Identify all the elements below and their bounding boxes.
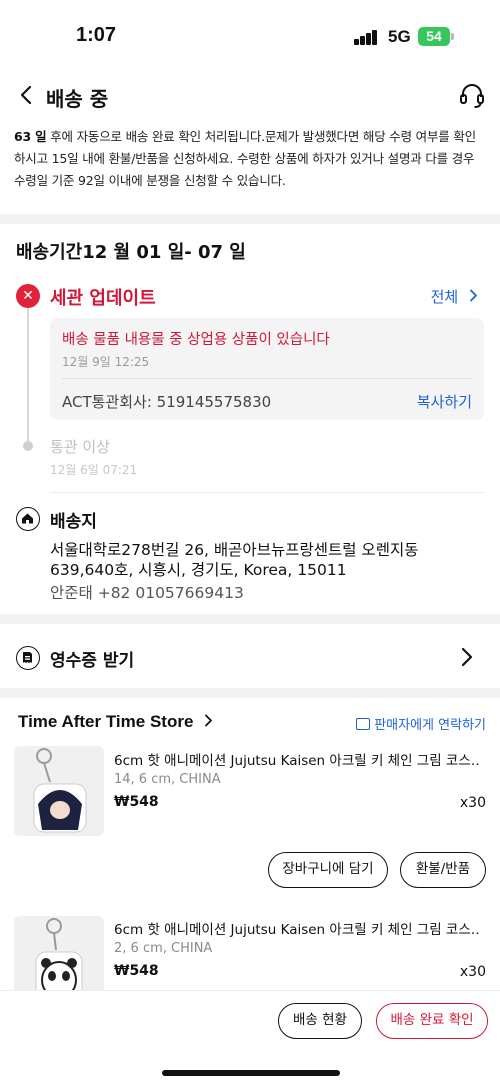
receipt-label: 영수증 받기	[50, 651, 135, 671]
product-price: ₩548	[114, 963, 159, 979]
chat-icon	[356, 718, 371, 730]
refund-return-button[interactable]: 환불/반품	[400, 852, 486, 888]
delivery-status-button[interactable]: 배송 현황	[278, 1003, 362, 1039]
recipient-info: 안준태 +82 01057669413	[50, 584, 244, 602]
nav-bar: 배송 중	[0, 76, 500, 116]
destination-label: 배송지	[50, 512, 97, 532]
status-time: 1:07	[76, 24, 117, 46]
notice-text: 후에 자동으로 배송 완료 확인 처리됩니다.문제가 발생했다면 해당 수령 여…	[14, 129, 476, 188]
confirm-delivery-button[interactable]: 배송 완료 확인	[376, 1003, 488, 1039]
product-name: 6cm 핫 애니메이션 Jujutsu Kaisen 아크릴 키 체인 그림 코…	[114, 753, 480, 769]
contact-seller-label: 판매자에게 연락하기	[374, 718, 486, 733]
auto-confirm-notice: 63 일 후에 자동으로 배송 완료 확인 처리됩니다.문제가 발생했다면 해당…	[14, 126, 486, 192]
product-price: ₩548	[114, 794, 159, 810]
timeline-line	[27, 306, 29, 444]
product-image	[14, 746, 104, 836]
home-icon	[16, 507, 40, 531]
battery-icon: 54	[418, 27, 450, 46]
receipt-icon	[16, 646, 40, 670]
headset-icon[interactable]	[458, 82, 486, 110]
view-all-link[interactable]: 전체	[431, 286, 478, 307]
page-title: 배송 중	[46, 87, 109, 111]
timeline-past-title: 통관 이상	[50, 438, 110, 456]
home-indicator[interactable]	[162, 1070, 340, 1076]
card-divider	[62, 378, 472, 379]
product-spec: 14, 6 cm, CHINA	[114, 772, 221, 787]
chevron-right-icon	[205, 714, 213, 727]
receipt-row[interactable]: 영수증 받기	[0, 630, 500, 686]
store-name-link[interactable]: Time After Time Store	[18, 712, 213, 732]
destination-address: 서울대학로278번길 26, 배곧아브뉴프랑센트럴 오렌지동 639,640호,…	[50, 541, 419, 579]
back-icon[interactable]	[16, 84, 38, 106]
close-icon: ✕	[16, 284, 40, 308]
network-label: 5G	[388, 27, 411, 46]
product-spec: 2, 6 cm, CHINA	[114, 941, 213, 956]
update-message: 배송 물품 내용물 중 상업용 상품이 있습니다	[62, 332, 330, 348]
notice-days: 63 일	[14, 129, 47, 144]
customs-tracking-number: ACT통관회사: 519145575830	[62, 393, 272, 411]
update-time: 12월 9일 12:25	[62, 355, 150, 369]
product-name: 6cm 핫 애니메이션 Jujutsu Kaisen 아크릴 키 체인 그림 코…	[114, 922, 480, 938]
product-quantity: x30	[459, 795, 486, 811]
timeline-dot	[23, 441, 33, 451]
update-detail-card: 배송 물품 내용물 중 상업용 상품이 있습니다 12월 9일 12:25 AC…	[50, 318, 484, 420]
delivery-period: 배송기간12 월 01 일- 07 일	[16, 242, 246, 263]
timeline-past-time: 12월 6일 07:21	[50, 463, 138, 477]
timeline-current-title: 세관 업데이트	[50, 288, 156, 309]
chevron-right-icon	[461, 647, 473, 667]
product-quantity: x30	[459, 964, 486, 980]
store-name: Time After Time Store	[18, 712, 194, 731]
add-to-cart-button[interactable]: 장바구니에 담기	[268, 852, 388, 888]
copy-button[interactable]: 복사하기	[417, 391, 472, 412]
status-bar: 1:07 5G 54	[0, 0, 500, 72]
chevron-right-icon	[470, 289, 477, 302]
divider	[50, 492, 484, 493]
battery-tip	[451, 33, 454, 40]
view-all-label: 전체	[430, 288, 459, 306]
signal-icon	[354, 29, 380, 45]
section-divider	[0, 688, 500, 698]
contact-seller-button[interactable]: 판매자에게 연락하기	[356, 714, 486, 733]
section-divider	[0, 614, 500, 624]
section-divider	[0, 214, 500, 224]
